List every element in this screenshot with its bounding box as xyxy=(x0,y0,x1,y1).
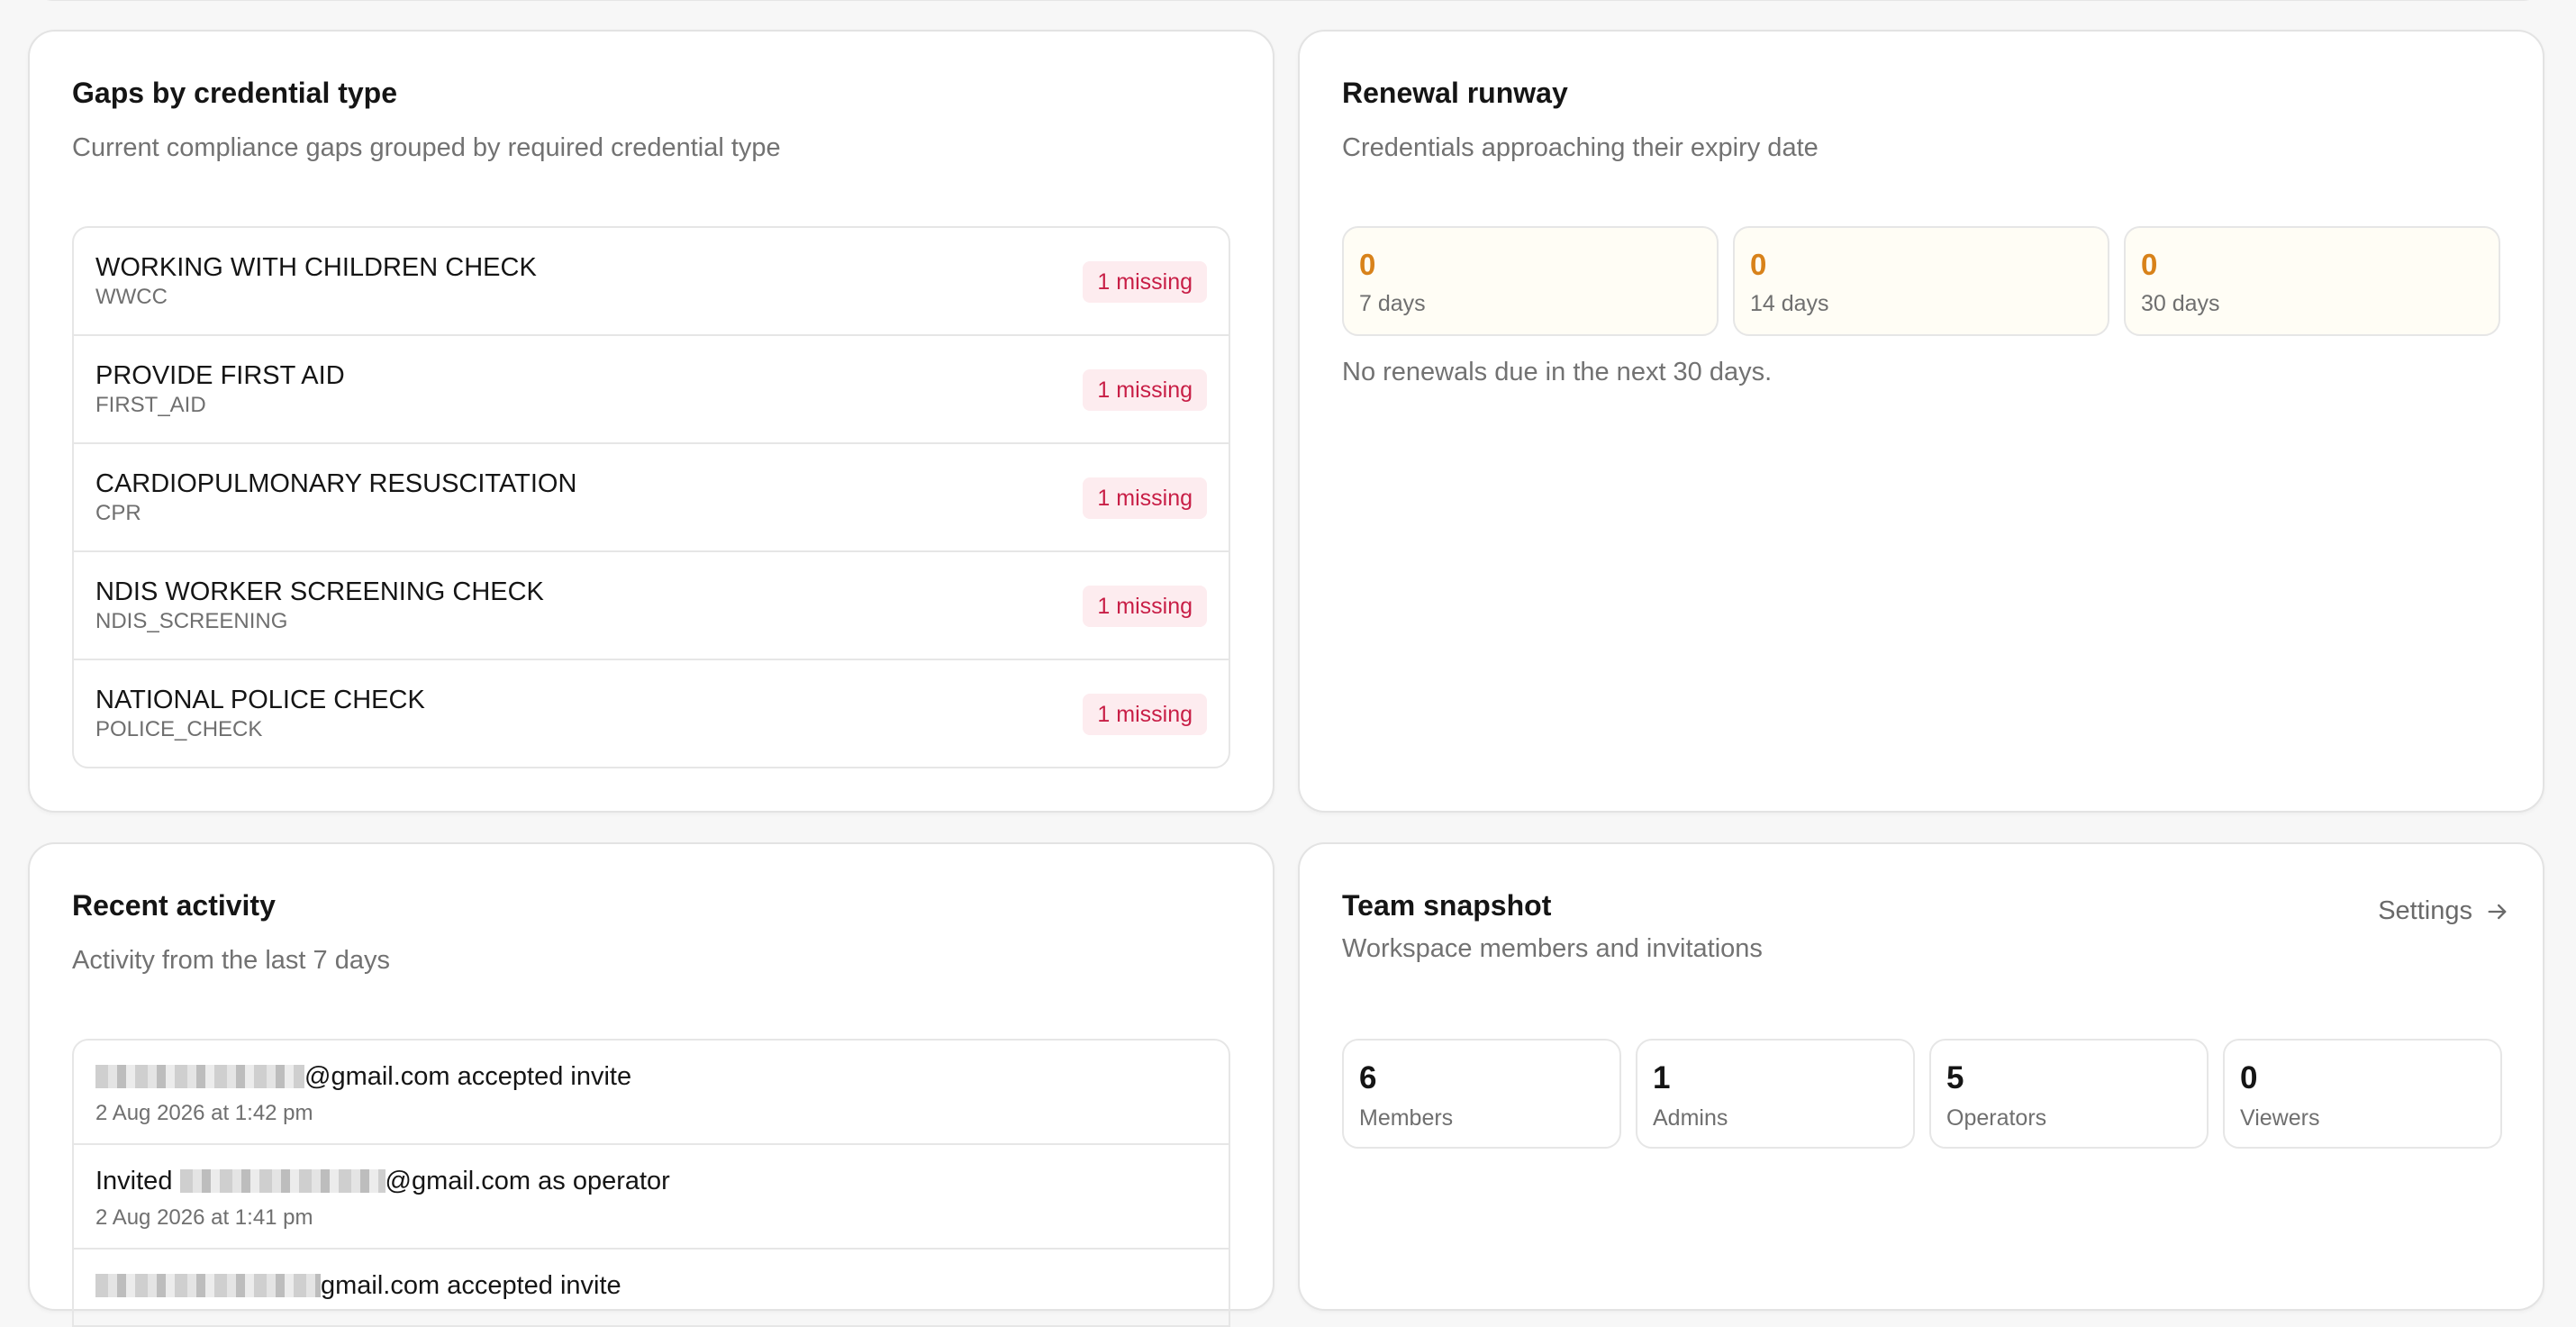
runway-count: 0 xyxy=(2141,248,2158,281)
runway-7-days: 0 7 days xyxy=(1342,226,1719,336)
activity-text: gmail.com accepted invite xyxy=(95,1271,621,1301)
activity-title: Recent activity xyxy=(72,889,276,922)
team-stat-count: 6 xyxy=(1359,1060,1377,1095)
gap-name: WORKING WITH CHILDREN CHECK xyxy=(95,253,537,282)
activity-text: @gmail.com accepted invite xyxy=(95,1062,631,1092)
gap-name: PROVIDE FIRST AID xyxy=(95,361,345,390)
team-stat-count: 1 xyxy=(1653,1060,1671,1095)
team-stat-count: 5 xyxy=(1946,1060,1964,1095)
runway-30-days: 0 30 days xyxy=(2124,226,2500,336)
activity-time: 2 Aug 2026 at 1:42 pm xyxy=(95,1101,313,1125)
gap-name: NATIONAL POLICE CHECK xyxy=(95,686,425,714)
activity-suffix: @gmail.com accepted invite xyxy=(304,1062,632,1091)
gap-row[interactable]: CARDIOPULMONARY RESUSCITATION CPR 1 miss… xyxy=(74,444,1229,552)
activity-subtitle: Activity from the last 7 days xyxy=(72,946,390,975)
activity-list: @gmail.com accepted invite 2 Aug 2026 at… xyxy=(72,1039,1230,1327)
activity-item: @gmail.com accepted invite 2 Aug 2026 at… xyxy=(74,1041,1229,1145)
team-stat-members: 6 Members xyxy=(1342,1039,1621,1149)
team-stat-label: Viewers xyxy=(2240,1105,2320,1131)
gap-code: NDIS_SCREENING xyxy=(95,609,288,633)
missing-badge: 1 missing xyxy=(1083,369,1207,411)
gap-row[interactable]: NDIS WORKER SCREENING CHECK NDIS_SCREENI… xyxy=(74,552,1229,660)
activity-suffix: @gmail.com as operator xyxy=(385,1167,670,1195)
missing-badge: 1 missing xyxy=(1083,261,1207,303)
missing-badge: 1 missing xyxy=(1083,694,1207,735)
runway-count: 0 xyxy=(1750,248,1767,281)
renewal-title: Renewal runway xyxy=(1342,77,1568,109)
activity-suffix: gmail.com accepted invite xyxy=(321,1271,621,1300)
activity-prefix: Invited xyxy=(95,1167,180,1195)
runway-label: 30 days xyxy=(2141,291,2220,316)
gap-row[interactable]: NATIONAL POLICE CHECK POLICE_CHECK 1 mis… xyxy=(74,660,1229,767)
runway-14-days: 0 14 days xyxy=(1733,226,2109,336)
gaps-by-credential-card: Gaps by credential type Current complian… xyxy=(28,30,1274,813)
top-card-edge xyxy=(34,0,2542,1)
team-snapshot-card: Team snapshot Workspace members and invi… xyxy=(1298,842,2544,1311)
team-title: Team snapshot xyxy=(1342,889,1552,922)
team-stat-viewers: 0 Viewers xyxy=(2223,1039,2502,1149)
gap-code: POLICE_CHECK xyxy=(95,717,263,741)
activity-item: gmail.com accepted invite xyxy=(74,1250,1229,1325)
redacted-email xyxy=(95,1274,321,1297)
missing-badge: 1 missing xyxy=(1083,586,1207,627)
team-stat-label: Admins xyxy=(1653,1105,1728,1131)
team-subtitle: Workspace members and invitations xyxy=(1342,934,1763,963)
team-stat-operators: 5 Operators xyxy=(1929,1039,2209,1149)
gap-code: WWCC xyxy=(95,285,168,309)
runway-label: 14 days xyxy=(1750,291,1829,316)
activity-item: Invited @gmail.com as operator 2 Aug 202… xyxy=(74,1145,1229,1250)
gap-row[interactable]: WORKING WITH CHILDREN CHECK WWCC 1 missi… xyxy=(74,228,1229,336)
renewal-subtitle: Credentials approaching their expiry dat… xyxy=(1342,133,1819,162)
gap-code: FIRST_AID xyxy=(95,393,206,417)
team-stat-count: 0 xyxy=(2240,1060,2258,1095)
gap-name: NDIS WORKER SCREENING CHECK xyxy=(95,577,544,606)
gaps-list: WORKING WITH CHILDREN CHECK WWCC 1 missi… xyxy=(72,226,1230,768)
gap-row[interactable]: PROVIDE FIRST AID FIRST_AID 1 missing xyxy=(74,336,1229,444)
gaps-title: Gaps by credential type xyxy=(72,77,398,109)
runway-count: 0 xyxy=(1359,248,1376,281)
runway-empty-message: No renewals due in the next 30 days. xyxy=(1342,358,1773,386)
gap-code: CPR xyxy=(95,501,141,525)
recent-activity-card: Recent activity Activity from the last 7… xyxy=(28,842,1274,1327)
settings-link[interactable]: Settings xyxy=(2378,896,2510,926)
gaps-subtitle: Current compliance gaps grouped by requi… xyxy=(72,133,781,162)
gap-name: CARDIOPULMONARY RESUSCITATION xyxy=(95,469,577,498)
team-stat-label: Members xyxy=(1359,1105,1454,1131)
redacted-email xyxy=(179,1169,385,1193)
renewal-runway-card: Renewal runway Credentials approaching t… xyxy=(1298,30,2544,813)
activity-text: Invited @gmail.com as operator xyxy=(95,1167,670,1196)
team-stat-admins: 1 Admins xyxy=(1636,1039,1915,1149)
missing-badge: 1 missing xyxy=(1083,477,1207,519)
redacted-email xyxy=(95,1065,304,1088)
runway-label: 7 days xyxy=(1359,291,1426,316)
activity-time: 2 Aug 2026 at 1:41 pm xyxy=(95,1205,313,1230)
arrow-right-icon xyxy=(2488,904,2507,919)
settings-label: Settings xyxy=(2378,896,2472,925)
team-stat-label: Operators xyxy=(1946,1105,2047,1131)
